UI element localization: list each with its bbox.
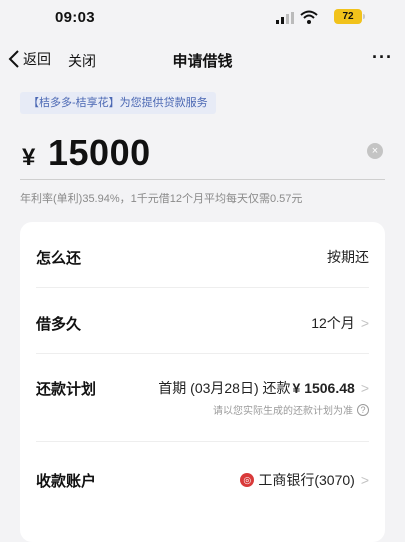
signal-icon [276, 12, 294, 24]
clear-icon[interactable]: × [367, 143, 383, 159]
amount-input[interactable]: ¥ 15000 × [20, 128, 385, 180]
chevron-right-icon: > [360, 472, 369, 488]
account-value-wrap: ◎ 工商银行(3070) > [240, 470, 369, 490]
wifi-icon [300, 10, 318, 24]
account-row[interactable]: 收款账户 ◎ 工商银行(3070) > [36, 442, 369, 512]
repay-plan-amount: ¥ 1506.48 [292, 380, 355, 396]
account-label: 收款账户 [36, 473, 97, 490]
status-bar: 09:03 72 [0, 0, 405, 36]
term-value: 12个月 [311, 315, 355, 331]
term-value-wrap: 12个月 > [311, 313, 369, 333]
chevron-right-icon: > [360, 380, 369, 396]
currency-symbol: ¥ [22, 144, 36, 171]
term-label: 借多久 [36, 316, 82, 333]
page-title: 申请借钱 [172, 53, 233, 70]
icbc-logo-icon: ◎ [240, 473, 255, 487]
account-value: 工商银行(3070) [258, 472, 355, 488]
provider-tag: 【桔多多-桔享花】为您提供贷款服务 [20, 92, 216, 114]
repay-plan-note-wrap: 请以您实际生成的还款计划为准 ? [213, 402, 369, 417]
repay-plan-row[interactable]: 还款计划 首期 (03月28日) 还款 ¥ 1506.48 > 请以您实际生成的… [36, 354, 369, 442]
term-row[interactable]: 借多久 12个月 > [36, 288, 369, 354]
chevron-right-icon: > [360, 315, 369, 331]
amount-value[interactable]: 15000 [48, 132, 151, 174]
rate-text: 年利率(单利)35.94%，1千元借12个月平均每天仅需0.57元 [20, 193, 303, 205]
question-icon[interactable]: ? [357, 403, 369, 416]
nav-bar: 返回 关闭 申请借钱 ··· [0, 36, 405, 84]
more-menu-button[interactable]: ··· [372, 47, 393, 68]
repay-plan-label: 还款计划 [36, 381, 97, 398]
repay-plan-note: 请以您实际生成的还款计划为准 [213, 406, 353, 417]
loan-details-card: 怎么还 按期还 借多久 12个月 > 还款计划 首期 (03月28日) 还款 ¥… [20, 222, 385, 542]
status-time: 09:03 [55, 9, 95, 26]
repay-plan-value-prefix: 首期 (03月28日) 还款 [158, 380, 291, 396]
repay-method-label: 怎么还 [36, 250, 82, 267]
battery-icon: 72 [334, 9, 365, 24]
repay-plan-value-wrap: 首期 (03月28日) 还款 ¥ 1506.48 > [158, 378, 369, 398]
repay-method-value: 按期还 [327, 249, 369, 265]
repay-method-row[interactable]: 怎么还 按期还 [36, 222, 369, 288]
